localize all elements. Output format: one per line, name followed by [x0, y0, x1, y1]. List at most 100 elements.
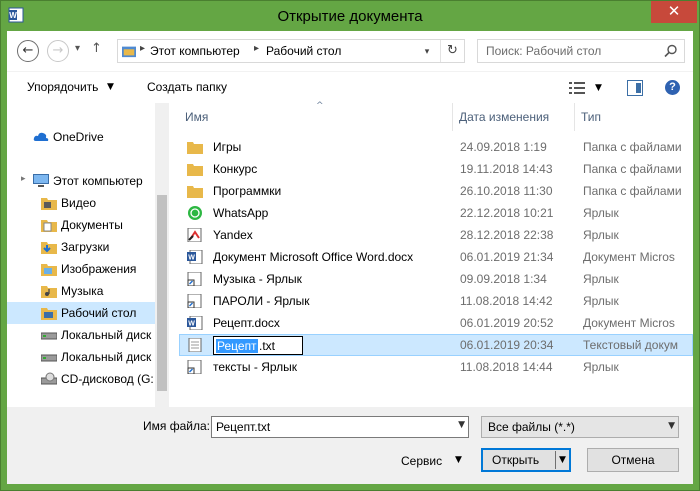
- cancel-button[interactable]: Отмена: [587, 448, 679, 472]
- column-label: Дата изменения: [459, 110, 550, 124]
- sidebar-item-label: OneDrive: [53, 130, 104, 144]
- new-folder-button[interactable]: Создать папку: [147, 80, 227, 94]
- refresh-button[interactable]: ↻: [440, 40, 464, 62]
- dialog-body: ← → ▾ ↑ ▸ Этот компьютер ▸ Рабочий стол …: [7, 31, 693, 484]
- recent-locations-chevron-down-icon[interactable]: ▾: [75, 43, 80, 54]
- file-type: Ярлык: [583, 272, 619, 286]
- filetype-select[interactable]: Все файлы (*.*) ▼: [481, 416, 679, 438]
- file-row[interactable]: тексты - Ярлык 11.08.2018 14:44 Ярлык: [179, 356, 693, 378]
- breadcrumb-item[interactable]: Этот компьютер: [150, 44, 240, 58]
- chevron-down-icon[interactable]: ▾: [419, 44, 435, 60]
- svg-text:W: W: [188, 255, 195, 262]
- sidebar-item-label: Видео: [61, 196, 97, 210]
- file-name: ПАРОЛИ - Ярлык: [213, 294, 310, 308]
- filename-value: Рецепт.txt: [216, 420, 271, 434]
- column-header-type[interactable]: Тип: [575, 103, 693, 131]
- file-name: Документ Microsoft Office Word.docx: [213, 250, 414, 264]
- cloud-icon: [33, 132, 49, 141]
- address-bar[interactable]: ▸ Этот компьютер ▸ Рабочий стол ▾ ↻: [117, 39, 465, 63]
- sort-ascending-icon: ^: [316, 101, 324, 111]
- folder-icon: [41, 220, 57, 232]
- organize-button[interactable]: Упорядочить: [27, 80, 98, 94]
- chevron-down-icon[interactable]: ▼: [458, 420, 465, 430]
- breadcrumb-separator-icon: ▸: [254, 43, 260, 54]
- search-input[interactable]: Поиск: Рабочий стол: [477, 39, 685, 63]
- sidebar-item-video[interactable]: Видео: [7, 192, 155, 214]
- chevron-down-icon[interactable]: ▼: [595, 83, 602, 93]
- file-type: Документ Micros: [583, 316, 675, 330]
- forward-button[interactable]: →: [47, 40, 69, 62]
- sidebar-item-label: Этот компьютер: [53, 174, 143, 188]
- navigation-scrollbar[interactable]: [155, 103, 169, 407]
- sidebar-item-documents[interactable]: Документы: [7, 214, 155, 236]
- file-type: Ярлык: [583, 360, 619, 374]
- file-date: 19.11.2018 14:43: [460, 162, 553, 176]
- computer-icon: [33, 174, 49, 187]
- split-divider: [555, 451, 556, 469]
- file-row[interactable]: Конкурс 19.11.2018 14:43 Папка с файлами: [179, 158, 693, 180]
- tools-button[interactable]: Сервис: [401, 454, 442, 468]
- file-row[interactable]: W Документ Microsoft Office Word.docx 06…: [179, 246, 693, 268]
- file-row[interactable]: Игры 24.09.2018 1:19 Папка с файлами: [179, 136, 693, 158]
- file-type: Ярлык: [583, 228, 619, 242]
- expand-icon[interactable]: ▸: [21, 174, 26, 184]
- text-file-icon: [188, 338, 202, 352]
- folder-icon: [41, 242, 57, 254]
- filename-input[interactable]: Рецепт.txt ▼: [211, 416, 469, 438]
- breadcrumb-item[interactable]: Рабочий стол: [266, 44, 341, 58]
- column-header-date[interactable]: Дата изменения: [453, 103, 575, 131]
- chevron-down-icon: ▼: [668, 421, 675, 431]
- sidebar-item-label: Рабочий стол: [61, 306, 137, 320]
- file-row-selected[interactable]: Рецепт .txt 06.01.2019 20:34 Текстовый д…: [179, 334, 693, 356]
- file-name: WhatsApp: [213, 206, 269, 220]
- file-row[interactable]: W Рецепт.docx 06.01.2019 20:52 Документ …: [179, 312, 693, 334]
- dialog-footer: Имя файла: Рецепт.txt ▼ Все файлы (*.*) …: [7, 407, 693, 484]
- navigation-pane: OneDrive ▸ Этот компьютер Видео Документ…: [7, 103, 169, 407]
- sidebar-item-this-pc[interactable]: ▸ Этот компьютер: [7, 170, 155, 192]
- rename-selected-text: Рецепт: [216, 339, 258, 353]
- file-name: Музыка - Ярлык: [213, 272, 302, 286]
- file-date: 06.01.2019 20:34: [460, 338, 554, 352]
- command-bar: Упорядочить ▼ Создать папку ▼ ?: [7, 71, 693, 103]
- folder-icon: [41, 286, 57, 298]
- chevron-down-icon: ▼: [455, 455, 462, 465]
- help-icon[interactable]: ?: [665, 80, 680, 95]
- back-button[interactable]: ←: [17, 40, 39, 62]
- file-type: Текстовый докум: [583, 338, 678, 352]
- file-name: Программки: [213, 184, 282, 198]
- column-header-name[interactable]: Имя ^: [179, 101, 453, 131]
- sidebar-item-local-disk[interactable]: Локальный диск: [7, 324, 155, 346]
- folder-icon: [187, 186, 203, 198]
- sidebar-item-cd-drive[interactable]: CD-дисковод (G:: [7, 368, 155, 390]
- file-row[interactable]: WhatsApp 22.12.2018 10:21 Ярлык: [179, 202, 693, 224]
- up-button[interactable]: ↑: [91, 41, 102, 56]
- shortcut-icon: [187, 360, 202, 374]
- file-row[interactable]: Программки 26.10.2018 11:30 Папка с файл…: [179, 180, 693, 202]
- file-row[interactable]: Музыка - Ярлык 09.09.2018 1:34 Ярлык: [179, 268, 693, 290]
- sidebar-item-downloads[interactable]: Загрузки: [7, 236, 155, 258]
- svg-text:W: W: [188, 321, 195, 328]
- sidebar-item-onedrive[interactable]: OneDrive: [7, 126, 155, 148]
- title-bar[interactable]: W Открытие документа ✕: [1, 1, 699, 31]
- preview-pane-icon[interactable]: [627, 80, 643, 96]
- file-row[interactable]: Yandex 28.12.2018 22:38 Ярлык: [179, 224, 693, 246]
- column-label: Тип: [581, 110, 602, 124]
- sidebar-item-desktop[interactable]: Рабочий стол: [7, 302, 155, 324]
- open-button[interactable]: Открыть ▼: [481, 448, 571, 472]
- breadcrumb-separator-icon: ▸: [140, 43, 146, 54]
- sidebar-item-pictures[interactable]: Изображения: [7, 258, 155, 280]
- chevron-down-icon[interactable]: ▼: [559, 449, 566, 471]
- rename-input[interactable]: Рецепт .txt: [213, 336, 303, 355]
- file-row[interactable]: ПАРОЛИ - Ярлык 11.08.2018 14:42 Ярлык: [179, 290, 693, 312]
- folder-icon: [41, 264, 57, 276]
- drive-icon: [41, 354, 57, 362]
- view-details-icon[interactable]: [569, 81, 585, 95]
- sidebar-item-label: Музыка: [61, 284, 104, 298]
- scrollbar-thumb[interactable]: [157, 195, 167, 391]
- window-title: Открытие документа: [277, 8, 423, 25]
- sidebar-item-music[interactable]: Музыка: [7, 280, 155, 302]
- close-button[interactable]: ✕: [651, 1, 697, 23]
- chevron-down-icon: ▼: [107, 82, 114, 92]
- file-list: Имя ^ Дата изменения Тип Игры 24.09.2018…: [179, 101, 693, 407]
- sidebar-item-local-disk[interactable]: Локальный диск: [7, 346, 155, 368]
